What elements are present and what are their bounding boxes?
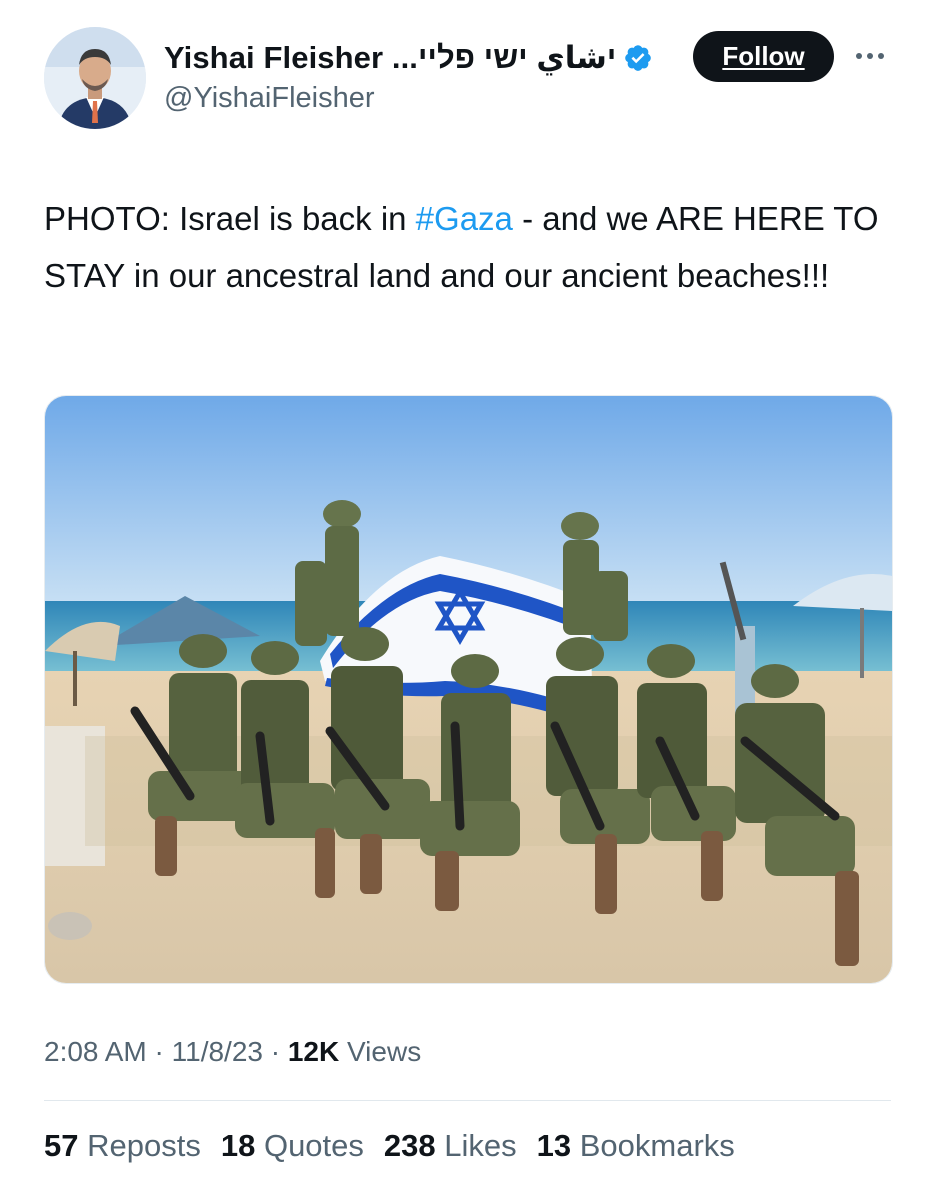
reposts-label: Reposts — [87, 1128, 201, 1163]
views-count: 12K — [287, 1036, 340, 1067]
meta-separator: · — [146, 1036, 172, 1067]
author-handle[interactable]: @YishaiFleisher — [164, 82, 375, 115]
author-name-row[interactable]: Yishai Fleisher ...יشاي ישי פליי — [164, 36, 653, 80]
quotes-stat[interactable]: 18 Quotes — [221, 1128, 364, 1164]
bookmarks-stat[interactable]: 13 Bookmarks — [537, 1128, 735, 1164]
follow-button[interactable]: Follow — [693, 31, 834, 82]
meta-separator: · — [262, 1036, 288, 1067]
hashtag-link[interactable]: #Gaza — [416, 200, 513, 237]
verified-badge-icon — [623, 43, 653, 73]
tweet-date[interactable]: 11/8/23 — [172, 1036, 263, 1067]
beach-soldiers-photo — [45, 396, 892, 983]
tweet-time[interactable]: 2:08 AM — [44, 1036, 147, 1067]
views-label: Views — [339, 1036, 422, 1067]
engagement-stats: 57 Reposts 18 Quotes 238 Likes 13 Bookma… — [44, 1128, 735, 1164]
quotes-label: Quotes — [263, 1128, 364, 1163]
likes-count: 238 — [383, 1128, 436, 1163]
more-horizontal-icon[interactable] — [852, 45, 888, 67]
likes-label: Likes — [444, 1128, 517, 1163]
reposts-stat[interactable]: 57 Reposts — [44, 1128, 201, 1164]
tweet-meta: 2:08 AM · 11/8/23 · 12K Views — [44, 1036, 421, 1068]
bookmarks-count: 13 — [536, 1128, 572, 1163]
bookmarks-label: Bookmarks — [579, 1128, 735, 1163]
tweet-text-start: PHOTO: Israel is back in — [44, 200, 416, 237]
avatar-photo — [44, 27, 146, 129]
quotes-count: 18 — [220, 1128, 256, 1163]
reposts-count: 57 — [44, 1128, 79, 1163]
divider — [44, 1100, 891, 1101]
tweet-text: PHOTO: Israel is back in #Gaza - and we … — [44, 190, 894, 304]
tweet-photo[interactable] — [44, 395, 893, 984]
likes-stat[interactable]: 238 Likes — [384, 1128, 517, 1164]
display-name[interactable]: Yishai Fleisher ...יشاي ישי פליי — [164, 40, 616, 76]
author-avatar[interactable] — [44, 27, 146, 129]
